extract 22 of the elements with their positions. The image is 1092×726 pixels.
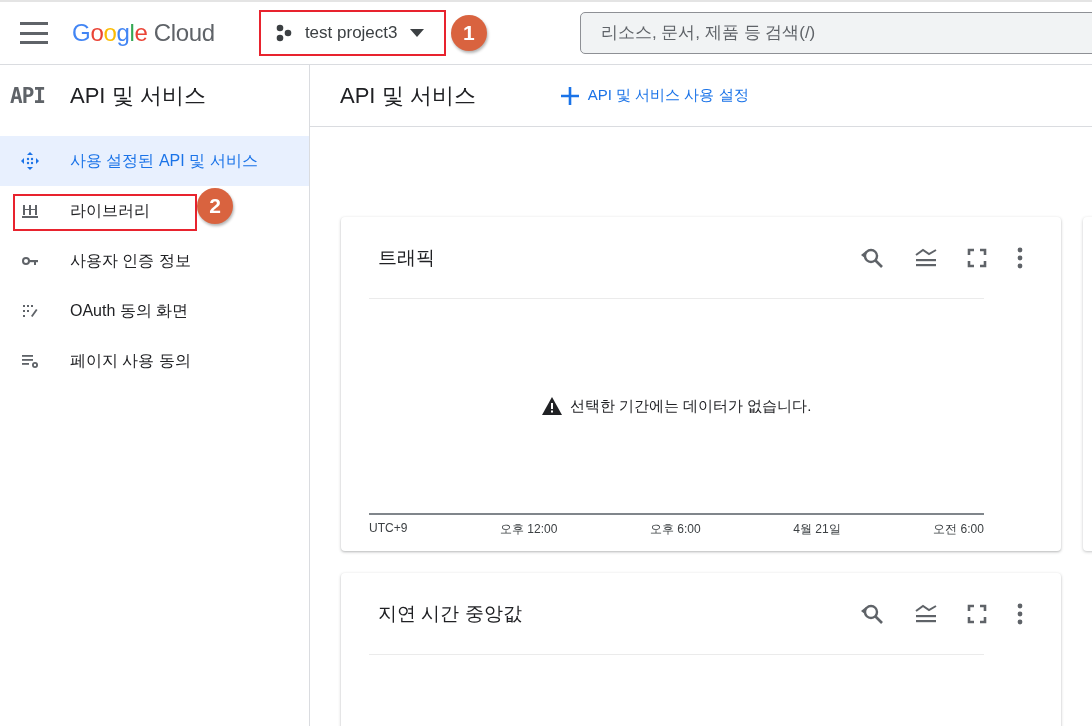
sidebar-item[interactable]: OAuth 동의 화면 bbox=[0, 286, 205, 336]
logo[interactable]: Google Cloud bbox=[72, 19, 215, 47]
axis-label: 오후 6:00 bbox=[649, 521, 701, 538]
card-title: 지연 시간 중앙값 bbox=[378, 601, 522, 626]
sidebar-title: API 및 서비스 bbox=[70, 81, 206, 110]
enable-api-button[interactable]: API 및 서비스 사용 설정 bbox=[553, 84, 755, 107]
axis-label: 오전 6:00 bbox=[933, 521, 984, 538]
step-badge: 1 bbox=[450, 15, 487, 51]
step-badge: 2 bbox=[197, 188, 233, 224]
axis-label: 오후 12:00 bbox=[499, 521, 558, 538]
sidebar-item[interactable]: 라이브러리 bbox=[0, 186, 166, 236]
sidebar-item[interactable]: 사용 설정된 API 및 서비스 bbox=[0, 136, 309, 186]
axis-label: UTC+9 bbox=[369, 521, 408, 535]
axis-label: 4월 21일 bbox=[793, 521, 841, 538]
sidebar-item[interactable]: 사용자 인증 정보 bbox=[0, 236, 207, 286]
api-logo: API bbox=[10, 83, 46, 108]
empty-message: 선택한 기간에는 데이터가 없습니다. bbox=[569, 396, 812, 416]
project-selector[interactable]: test project3 bbox=[258, 10, 446, 56]
card-title: 트래픽 bbox=[378, 245, 435, 270]
search-field[interactable]: 리소스, 문서, 제품 등 검색(/) bbox=[579, 12, 1092, 54]
page-title: API 및 서비스 bbox=[340, 81, 476, 110]
sidebar-item[interactable]: 페이지 사용 동의 bbox=[0, 336, 207, 386]
